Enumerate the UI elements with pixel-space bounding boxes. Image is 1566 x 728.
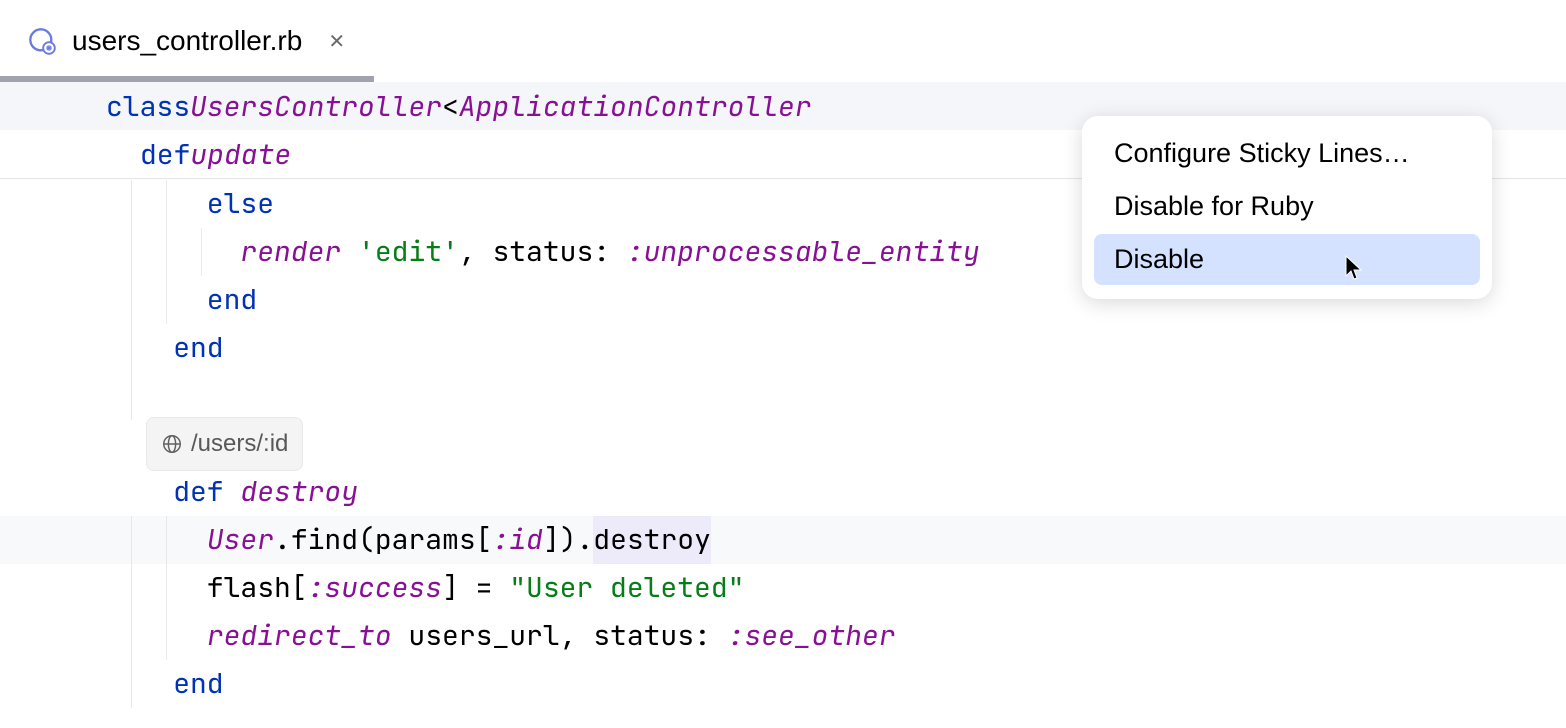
menu-item-disable-ruby[interactable]: Disable for Ruby	[1094, 181, 1480, 232]
code-line[interactable]: end	[0, 660, 1566, 708]
route-hint-badge[interactable]: /users/:id	[146, 417, 303, 471]
menu-item-configure-sticky[interactable]: Configure Sticky Lines…	[1094, 128, 1480, 179]
mouse-cursor-icon	[1344, 254, 1364, 282]
tab-bar: users_controller.rb ✕	[0, 0, 1566, 82]
code-line-empty[interactable]	[0, 372, 1566, 420]
route-path: /users/:id	[191, 420, 288, 468]
code-line[interactable]: end	[0, 324, 1566, 372]
ruby-settings-icon	[28, 27, 56, 55]
close-icon[interactable]: ✕	[328, 29, 345, 54]
code-line[interactable]: redirect_to users_url, status: :see_othe…	[0, 612, 1566, 660]
code-line[interactable]: def destroy	[0, 468, 1566, 516]
code-line-hint[interactable]: /users/:id	[0, 420, 1566, 468]
menu-item-disable[interactable]: Disable	[1094, 234, 1480, 285]
context-menu: Configure Sticky Lines… Disable for Ruby…	[1082, 116, 1492, 299]
globe-icon	[161, 433, 183, 455]
file-tab[interactable]: users_controller.rb ✕	[0, 0, 373, 82]
tab-filename: users_controller.rb	[72, 25, 302, 57]
lightbulb-icon[interactable]	[118, 479, 144, 505]
code-line-current[interactable]: User.find(params[:id]).destroy	[0, 516, 1566, 564]
code-line[interactable]: flash[:success] = "User deleted"	[0, 564, 1566, 612]
